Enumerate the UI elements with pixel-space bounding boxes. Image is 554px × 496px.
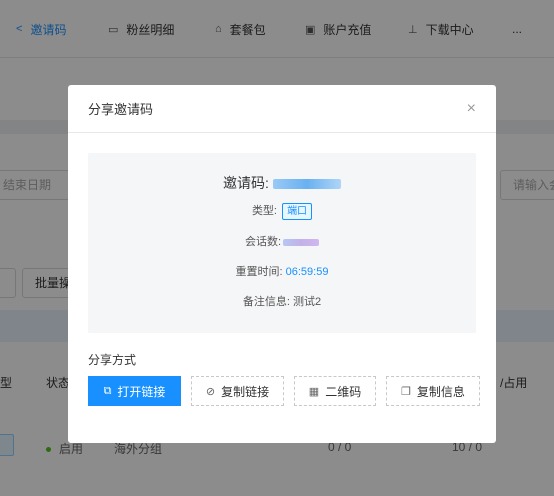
note-value: 测试2 xyxy=(293,296,322,308)
copy-link-button[interactable]: ⊘ 复制链接 xyxy=(191,376,284,406)
session-label: 会话数: xyxy=(244,236,282,248)
invite-code-line: 邀请码: xyxy=(88,173,476,193)
type-label: 类型: xyxy=(251,205,277,217)
share-invite-code-modal: 分享邀请码 × 邀请码: 类型: 端口 会话数: 重置时间: 06:59:59 … xyxy=(68,85,496,443)
share-button-group: ⧉ 打开链接 ⊘ 复制链接 ▦ 二维码 ❐ 复制信息 xyxy=(88,376,480,406)
invite-info-panel: 邀请码: 类型: 端口 会话数: 重置时间: 06:59:59 备注信息: 测试… xyxy=(88,153,476,333)
modal-title: 分享邀请码 xyxy=(88,102,154,117)
reset-time-line: 重置时间: 06:59:59 xyxy=(88,263,476,279)
qr-code-icon: ▦ xyxy=(308,385,320,398)
qr-code-label: 二维码 xyxy=(325,384,362,399)
close-icon[interactable]: × xyxy=(467,100,476,118)
copy-info-label: 复制信息 xyxy=(416,384,465,399)
note-label: 备注信息: xyxy=(242,296,290,308)
modal-header: 分享邀请码 xyxy=(68,85,496,133)
external-link-icon: ⧉ xyxy=(103,384,112,397)
type-badge: 端口 xyxy=(282,203,313,220)
type-line: 类型: 端口 xyxy=(88,202,476,220)
reset-time-value: 06:59:59 xyxy=(285,266,329,278)
copy-info-button[interactable]: ❐ 复制信息 xyxy=(386,376,480,406)
invite-code-value-redacted xyxy=(272,179,341,190)
session-line: 会话数: xyxy=(88,233,476,249)
note-line: 备注信息: 测试2 xyxy=(88,293,476,309)
share-method-title: 分享方式 xyxy=(88,353,137,367)
copy-icon: ❐ xyxy=(401,385,411,398)
qr-code-button[interactable]: ▦ 二维码 xyxy=(294,376,376,406)
reset-time-label: 重置时间: xyxy=(235,266,283,278)
session-value-redacted xyxy=(283,238,320,246)
copy-link-label: 复制链接 xyxy=(221,384,270,399)
invite-code-label: 邀请码: xyxy=(223,175,269,191)
link-icon: ⊘ xyxy=(205,385,216,398)
open-link-button[interactable]: ⧉ 打开链接 xyxy=(88,376,181,406)
open-link-label: 打开链接 xyxy=(117,384,166,399)
